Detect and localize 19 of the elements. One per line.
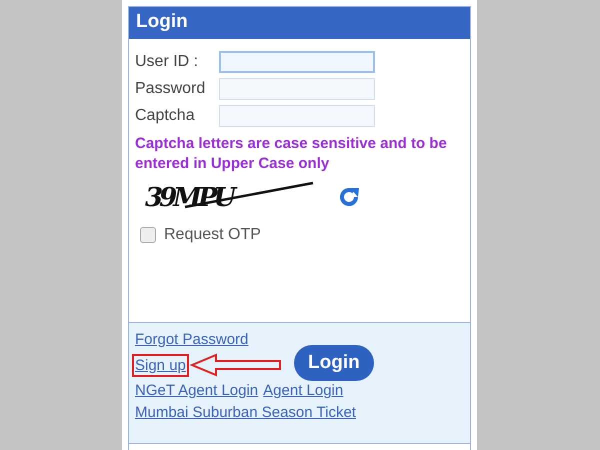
field-label: User ID : [135,53,200,71]
checkbox[interactable] [140,227,156,243]
login-button[interactable]: Login [294,345,374,381]
forgot-password-link[interactable]: Forgot Password [135,331,248,348]
captcha-note: Captcha letters are case sensitive and to be entered in Upper Case only [135,134,448,174]
field-label: Captcha [135,107,196,125]
field-label: Password [135,80,206,98]
panel-header: Login [129,7,470,39]
agent-login-link[interactable]: NGeT Agent Login [135,382,258,399]
season-ticket-link[interactable]: Mumbai Suburban Season Ticket [135,404,356,421]
checkbox-label: Request OTP [164,226,261,244]
input-field[interactable] [219,78,375,100]
agent-login-link[interactable]: Agent Login [263,382,344,399]
refresh-icon[interactable] [337,185,361,209]
sign-up-link[interactable]: Sign up [135,356,186,374]
input-field[interactable] [219,51,375,73]
arrow-icon [190,353,282,377]
input-field[interactable] [219,105,375,127]
captcha-image: 39MPU [135,177,315,217]
